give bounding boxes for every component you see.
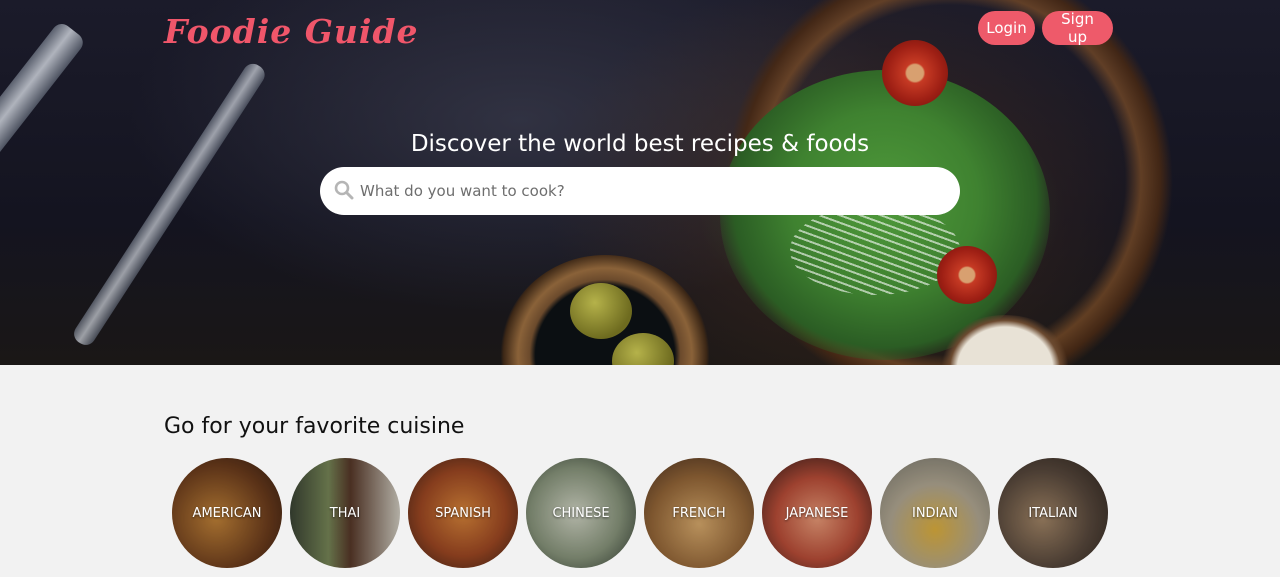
cuisine-italian[interactable]: ITALIAN xyxy=(998,458,1108,568)
site-logo[interactable]: Foodie Guide xyxy=(164,12,419,51)
olive-image xyxy=(570,283,632,339)
cuisine-label: AMERICAN xyxy=(192,505,262,521)
fork-image xyxy=(0,20,87,365)
knife-image xyxy=(70,60,269,349)
cuisine-french[interactable]: FRENCH xyxy=(644,458,754,568)
tomato-image xyxy=(882,40,948,106)
cuisine-spanish[interactable]: SPANISH xyxy=(408,458,518,568)
cuisine-label: THAI xyxy=(329,505,361,521)
hero-banner: Foodie Guide Login Sign up Discover the … xyxy=(0,0,1280,365)
tomato-image xyxy=(937,246,997,304)
cuisine-label: JAPANESE xyxy=(785,505,849,521)
cuisine-section-title: Go for your favorite cuisine xyxy=(164,414,465,439)
cuisine-label: FRENCH xyxy=(672,505,726,521)
cuisine-indian[interactable]: INDIAN xyxy=(880,458,990,568)
hero-tagline: Discover the world best recipes & foods xyxy=(410,131,870,157)
search-icon[interactable] xyxy=(334,180,356,202)
login-button[interactable]: Login xyxy=(978,11,1035,45)
cuisine-american[interactable]: AMERICAN xyxy=(172,458,282,568)
search-input[interactable] xyxy=(360,182,920,200)
cuisine-list: AMERICAN THAI SPANISH CHINESE FRENCH JAP… xyxy=(172,458,1108,568)
noodles-image xyxy=(790,205,960,295)
signup-button[interactable]: Sign up xyxy=(1042,10,1113,46)
cuisine-thai[interactable]: THAI xyxy=(290,458,400,568)
cuisine-label: CHINESE xyxy=(552,505,610,521)
search-bar[interactable] xyxy=(320,167,960,215)
cuisine-chinese[interactable]: CHINESE xyxy=(526,458,636,568)
cuisine-label: INDIAN xyxy=(911,505,959,521)
cuisine-label: SPANISH xyxy=(435,505,491,521)
cuisine-label: ITALIAN xyxy=(1028,505,1078,521)
cuisine-japanese[interactable]: JAPANESE xyxy=(762,458,872,568)
